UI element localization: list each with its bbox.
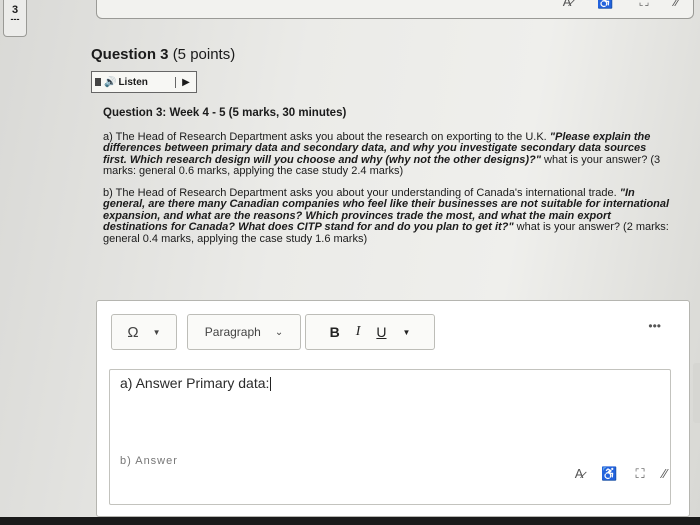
- answer-line-a[interactable]: a) Answer Primary data:: [120, 375, 272, 392]
- question-nav-marker: ---: [10, 14, 20, 24]
- omega-icon: Ω: [127, 323, 139, 341]
- answer-line-b[interactable]: b) Answer: [120, 455, 178, 467]
- speaker-icon: 🔊: [104, 76, 117, 88]
- fullscreen-icon[interactable]: ⛶: [636, 466, 645, 482]
- chevron-down-icon[interactable]: ▼: [403, 328, 411, 337]
- text-cursor: [270, 377, 272, 392]
- question-heading: Question 3: Week 4 - 5 (5 marks, 30 minu…: [103, 107, 347, 119]
- bold-button[interactable]: B: [330, 324, 340, 340]
- paragraph-format-label: Paragraph: [204, 325, 261, 339]
- paragraph-format-select[interactable]: Paragraph ⌄: [187, 314, 301, 350]
- resize-icon[interactable]: ⁄⁄: [675, 0, 679, 10]
- text-format-group: B I U ▼: [305, 314, 435, 350]
- fullscreen-icon[interactable]: ⛶: [640, 0, 649, 10]
- listen-button[interactable]: 🔊 Listen ▶: [91, 71, 197, 93]
- special-character-button[interactable]: Ω ▼: [111, 314, 177, 350]
- spellcheck-icon[interactable]: A̷: [563, 0, 572, 10]
- listen-label: Listen: [118, 76, 148, 88]
- question-points: (5 points): [172, 46, 236, 63]
- question-title: Question 3 (5 points): [91, 46, 235, 63]
- accessibility-icon[interactable]: ♿: [601, 466, 617, 482]
- part-b-intro: b) The Head of Research Department asks …: [103, 186, 620, 199]
- underline-button[interactable]: U: [376, 324, 386, 340]
- play-icon[interactable]: ▶: [175, 76, 196, 88]
- question-nav-tab[interactable]: 3 ---: [3, 0, 27, 37]
- page-scrollbar[interactable]: [693, 363, 700, 423]
- answer-editor: Ω ▼ Paragraph ⌄ B I U ▼ ••• a) Answer Pr…: [96, 300, 700, 517]
- resize-icon[interactable]: ⁄⁄: [663, 466, 667, 482]
- part-a-intro: a) The Head of Research Department asks …: [103, 130, 550, 143]
- chevron-down-icon: ▼: [152, 327, 161, 337]
- italic-button[interactable]: I: [356, 324, 361, 340]
- answer-line-a-text: a) Answer Primary data:: [120, 375, 270, 391]
- editor-content-area[interactable]: a) Answer Primary data: b) Answer: [109, 369, 671, 505]
- editor-toolbar: Ω ▼ Paragraph ⌄ B I U ▼ •••: [97, 301, 689, 359]
- question-title-text: Question 3: [91, 46, 169, 63]
- question-body: Question 3: Week 4 - 5 (5 marks, 30 minu…: [103, 107, 673, 255]
- previous-editor-box: A̷ ♿ ⛶ ⁄⁄: [96, 0, 694, 19]
- question-part-b: b) The Head of Research Department asks …: [103, 186, 673, 246]
- spellcheck-icon[interactable]: A̷: [575, 466, 584, 482]
- screen-bezel: [0, 517, 700, 525]
- editor-status-icons: A̷ ♿ ⛶ ⁄⁄: [575, 466, 667, 482]
- chevron-down-icon: ⌄: [274, 326, 284, 338]
- more-options-icon[interactable]: •••: [648, 319, 661, 333]
- question-part-a: a) The Head of Research Department asks …: [103, 130, 673, 178]
- listen-menu-icon[interactable]: [95, 78, 101, 86]
- accessibility-icon[interactable]: ♿: [597, 0, 613, 10]
- previous-editor-status-icons: A̷ ♿ ⛶ ⁄⁄: [563, 0, 679, 10]
